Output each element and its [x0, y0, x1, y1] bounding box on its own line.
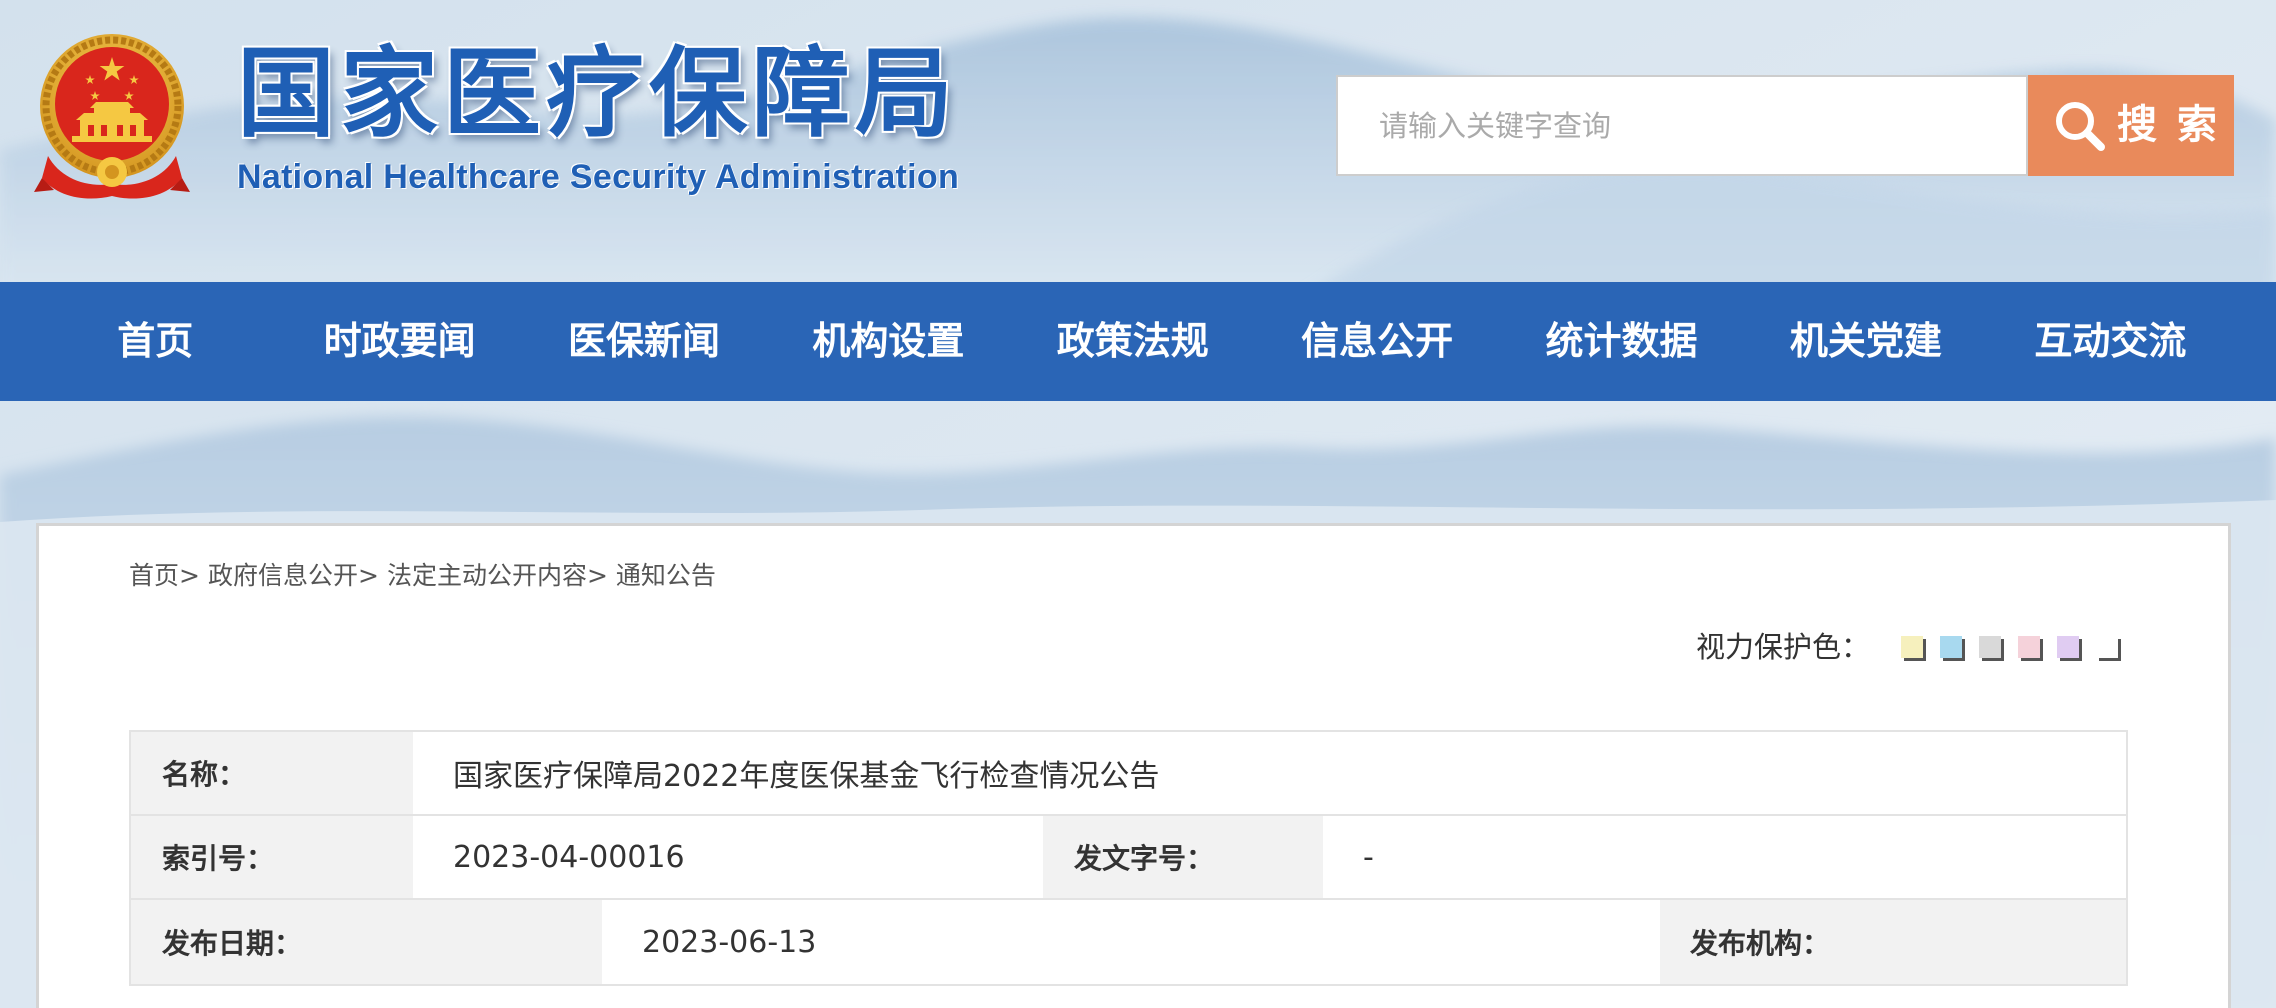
breadcrumb-separator: >: [357, 561, 379, 590]
nav-item-current-affairs[interactable]: 时政要闻: [277, 282, 521, 401]
index-number-value: 2023-04-00016: [413, 816, 1043, 898]
document-number-label: 发文字号：: [1043, 816, 1323, 898]
search-box: [1336, 75, 2028, 176]
table-row: 索引号： 2023-04-00016 发文字号： -: [131, 816, 2126, 900]
nav-item-party-building[interactable]: 机关党建: [1744, 282, 1988, 401]
nav-item-policies[interactable]: 政策法规: [1011, 282, 1255, 401]
breadcrumb-item-gov-info[interactable]: 政府信息公开: [208, 561, 358, 590]
breadcrumb-item-statutory-content[interactable]: 法定主动公开内容: [387, 561, 587, 590]
breadcrumb-item-home[interactable]: 首页: [129, 561, 179, 590]
publish-date-label: 发布日期：: [131, 900, 602, 984]
site-subtitle: National Healthcare Security Administrat…: [237, 158, 960, 196]
site-title: 国家医疗保障局: [237, 36, 959, 151]
site-logo[interactable]: 国家医疗保障局 National Healthcare Security Adm…: [32, 32, 972, 212]
search-button-label: 搜 索: [2117, 102, 2220, 148]
eye-care-label: 视力保护色：: [1696, 630, 1871, 664]
table-row: 发布日期： 2023-06-13 发布机构：: [131, 900, 2126, 984]
search-input[interactable]: [1338, 77, 2026, 174]
main-nav: 首页 时政要闻 医保新闻 机构设置 政策法规 信息公开 统计数据 机关党建 互动…: [0, 282, 2276, 401]
nav-item-statistics[interactable]: 统计数据: [1499, 282, 1743, 401]
eye-care-swatch-yellow[interactable]: [1901, 636, 1923, 658]
publish-date-value: 2023-06-13: [602, 900, 1660, 984]
eye-care-colors: 视力保护色：: [1696, 630, 2135, 664]
name-value: 国家医疗保障局2022年度医保基金飞行检查情况公告: [413, 732, 2126, 814]
name-label: 名称：: [131, 732, 413, 814]
nav-item-information-disclosure[interactable]: 信息公开: [1255, 282, 1499, 401]
document-info-table: 名称： 国家医疗保障局2022年度医保基金飞行检查情况公告 索引号： 2023-…: [129, 730, 2128, 986]
breadcrumb-separator: >: [586, 561, 608, 590]
breadcrumb-item-notices[interactable]: 通知公告: [616, 561, 716, 590]
national-emblem-icon: [34, 34, 190, 199]
nav-item-home[interactable]: 首页: [33, 282, 277, 401]
search-button[interactable]: 搜 索: [2028, 75, 2234, 176]
eye-care-swatch-gray[interactable]: [1979, 636, 2001, 658]
eye-care-swatch-purple[interactable]: [2057, 636, 2079, 658]
nav-item-organization[interactable]: 机构设置: [766, 282, 1010, 401]
breadcrumb: 首页> 政府信息公开> 法定主动公开内容> 通知公告: [129, 561, 716, 591]
table-row: 名称： 国家医疗保障局2022年度医保基金飞行检查情况公告: [131, 732, 2126, 816]
nav-list: 首页 时政要闻 医保新闻 机构设置 政策法规 信息公开 统计数据 机关党建 互动…: [33, 282, 2233, 401]
eye-care-swatch-pink[interactable]: [2018, 636, 2040, 658]
search-icon: [2056, 102, 2105, 151]
eye-care-swatch-white[interactable]: [2096, 636, 2118, 658]
eye-care-swatch-blue[interactable]: [1940, 636, 1962, 658]
nav-item-medical-insurance-news[interactable]: 医保新闻: [522, 282, 766, 401]
index-number-label: 索引号：: [131, 816, 413, 898]
nav-item-interaction[interactable]: 互动交流: [1988, 282, 2232, 401]
breadcrumb-separator: >: [179, 561, 200, 590]
publisher-label: 发布机构：: [1660, 900, 2126, 984]
content-panel: 首页> 政府信息公开> 法定主动公开内容> 通知公告 视力保护色： 名称： 国家医疗保…: [36, 523, 2231, 1008]
document-number-value: -: [1323, 816, 2126, 898]
